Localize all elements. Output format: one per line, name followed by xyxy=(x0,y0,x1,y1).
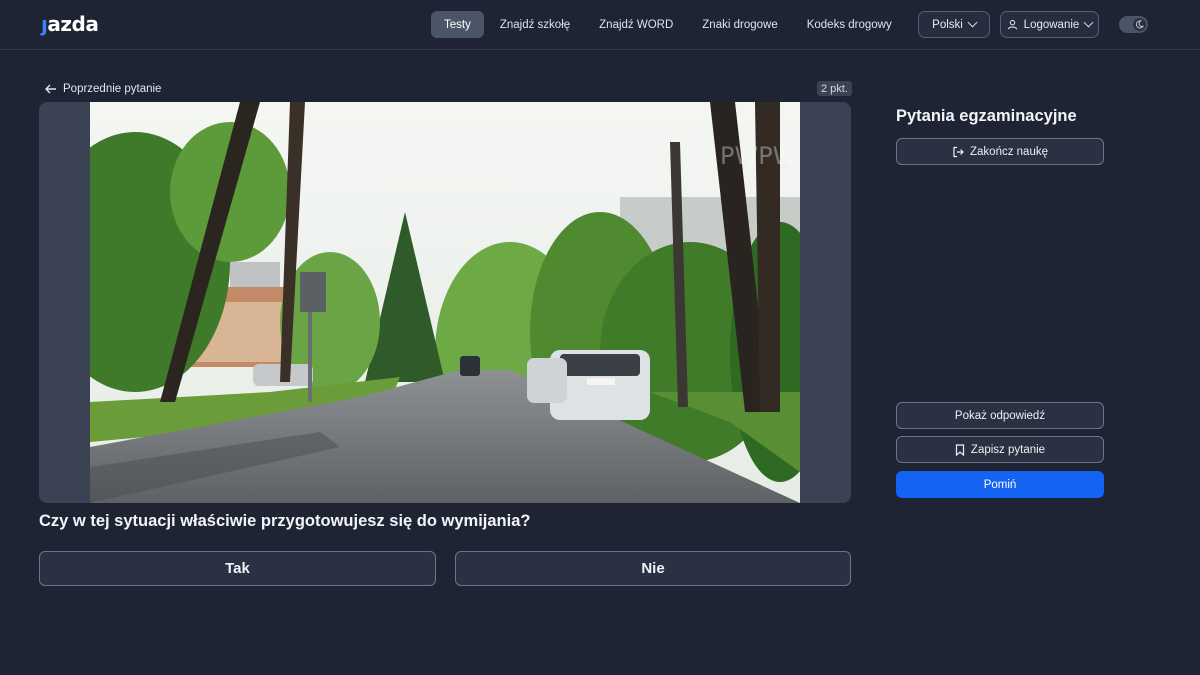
main-nav: Testy Znajdź szkołę Znajdź WORD Znaki dr… xyxy=(431,11,960,38)
sidebar-title: Pytania egzaminacyjne xyxy=(896,107,1077,125)
question-media: PWPW xyxy=(39,102,851,503)
nav-item-kodeks-drogowy[interactable]: Kodeks drogowy xyxy=(794,11,905,38)
login-label: Logowanie xyxy=(1023,18,1080,31)
save-question-button[interactable]: Zapisz pytanie xyxy=(896,436,1104,463)
nav-item-znaki-drogowe[interactable]: Znaki drogowe xyxy=(689,11,790,38)
nav-item-testy[interactable]: Testy xyxy=(431,11,484,38)
points-badge: 2 pkt. xyxy=(817,81,852,96)
previous-question-label: Poprzednie pytanie xyxy=(63,82,162,95)
bookmark-icon xyxy=(955,443,965,456)
street-scene-image: PWPW xyxy=(90,102,800,503)
top-navbar: ȷjazdaazda Testy Znajdź szkołę Znajdź WO… xyxy=(0,0,1200,50)
nav-item-znajdz-word[interactable]: Znajdź WORD xyxy=(586,11,686,38)
user-icon xyxy=(1007,19,1017,30)
chevron-down-icon xyxy=(1083,17,1094,28)
answer-no-button[interactable]: Nie xyxy=(455,551,851,586)
previous-question-link[interactable]: Poprzednie pytanie xyxy=(45,81,161,96)
skip-label: Pomiń xyxy=(983,478,1017,491)
language-label: Polski xyxy=(932,18,963,31)
finish-learning-button[interactable]: Zakończ naukę xyxy=(896,138,1104,165)
logout-icon xyxy=(953,146,964,157)
moon-icon xyxy=(1133,18,1146,31)
nav-item-znajdz-szkole[interactable]: Znajdź szkołę xyxy=(487,11,583,38)
show-answer-button[interactable]: Pokaż odpowiedź xyxy=(896,402,1104,429)
question-text: Czy w tej sytuacji właściwie przygotowuj… xyxy=(39,512,531,530)
answer-yes-button[interactable]: Tak xyxy=(39,551,436,586)
watermark: PWPW xyxy=(720,142,796,170)
arrow-left-icon xyxy=(45,84,56,93)
language-select[interactable]: Polski xyxy=(918,11,990,38)
theme-toggle[interactable] xyxy=(1119,16,1148,33)
finish-learning-label: Zakończ naukę xyxy=(970,145,1048,158)
save-question-label: Zapisz pytanie xyxy=(970,443,1046,456)
skip-button[interactable]: Pomiń xyxy=(896,471,1104,498)
site-logo[interactable]: ȷjazdaazda xyxy=(41,12,99,36)
login-button[interactable]: Logowanie xyxy=(1000,11,1099,38)
show-answer-label: Pokaż odpowiedź xyxy=(954,409,1046,422)
chevron-down-icon xyxy=(967,17,978,28)
